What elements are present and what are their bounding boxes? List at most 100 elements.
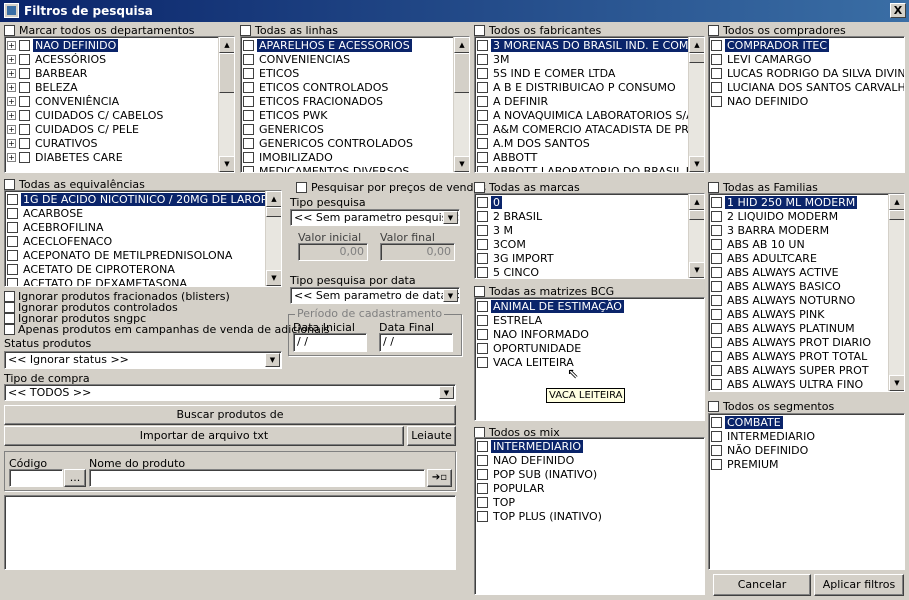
departamentos-item-checkbox[interactable] [19,67,30,79]
linhas-list[interactable]: APARELHOS E ACESSORIOS CONVENIENCIAS ETICO… [240,36,470,173]
scroll-thumb[interactable] [219,53,234,93]
equivalencias-header[interactable]: Todas as equivalências [4,177,145,191]
fabricantes-item-checkbox[interactable] [477,81,488,93]
familias-item[interactable]: 1 HID 250 ML MODERM [709,195,888,209]
segmentos-list[interactable]: COMBATE INTERMEDIARIO NÃO DEFINIDO PREMIUM [708,413,905,570]
scroll-up-icon[interactable]: ▲ [219,37,234,53]
scroll-down-icon[interactable]: ▼ [889,375,904,391]
segmentos-item[interactable]: COMBATE [709,415,904,429]
familias-item-checkbox[interactable] [711,266,722,278]
linhas-item-checkbox[interactable] [243,39,254,51]
marcas-item[interactable]: 3COM [475,237,688,251]
scrollbar[interactable]: ▲ ▼ [265,191,281,286]
fabricantes-item-checkbox[interactable] [477,137,488,149]
linhas-item-checkbox[interactable] [243,165,254,172]
mix-item-checkbox[interactable] [477,482,488,494]
scrollbar[interactable]: ▲ ▼ [453,37,469,172]
chevron-down-icon[interactable]: ▼ [439,386,454,399]
scrollbar[interactable]: ▲ ▼ [218,37,234,172]
compradores-item[interactable]: LUCAS RODRIGO DA SILVA DIVINO [709,66,904,80]
familias-item-checkbox[interactable] [711,280,722,292]
familias-item-checkbox[interactable] [711,196,722,208]
equivalencias-item-checkbox[interactable] [7,207,18,219]
familias-item[interactable]: ABS ALWAYS PINK [709,307,888,321]
fabricantes-item[interactable]: A.M DOS SANTOS [475,136,688,150]
departamentos-item-checkbox[interactable] [19,39,30,51]
equivalencias-item[interactable]: ACECLOFENACO [5,234,265,248]
mix-item[interactable]: TOP PLUS (INATIVO) [475,509,704,523]
chevron-down-icon[interactable]: ▼ [443,211,458,224]
expand-icon[interactable]: + [7,124,16,134]
marcas-item[interactable]: 2 BRASIL [475,209,688,223]
compradores-item-checkbox[interactable] [711,39,722,51]
fabricantes-item-checkbox[interactable] [477,53,488,65]
scroll-up-icon[interactable]: ▲ [454,37,469,53]
scroll-thumb[interactable] [454,53,469,93]
scrollbar[interactable]: ▲ ▼ [688,194,704,278]
matrizes-item-checkbox[interactable] [477,314,488,326]
expand-icon[interactable]: + [7,152,16,162]
compradores-item-checkbox[interactable] [711,67,722,79]
compradores-item-checkbox[interactable] [711,81,722,93]
familias-all-checkbox[interactable] [708,181,719,193]
linhas-item-checkbox[interactable] [243,67,254,79]
departamentos-item-checkbox[interactable] [19,123,30,135]
marcas-item-checkbox[interactable] [477,210,488,222]
equivalencias-item-checkbox[interactable] [7,249,18,261]
familias-item[interactable]: ABS ALWAYS NOTURNO [709,293,888,307]
departamentos-item-checkbox[interactable] [19,95,30,107]
aplicar-filtros-button[interactable]: Aplicar filtros [814,574,904,596]
mix-item-checkbox[interactable] [477,440,488,452]
departamentos-header[interactable]: Marcar todos os departamentos [4,23,195,37]
mix-item[interactable]: POPULAR [475,481,704,495]
equivalencias-item[interactable]: ACEPONATO DE METILPREDNISOLONA [5,248,265,262]
valor-final-field[interactable]: 0,00 [380,243,455,261]
nome-produto-field[interactable] [89,469,425,487]
scroll-thumb[interactable] [889,210,904,220]
scroll-down-icon[interactable]: ▼ [219,156,234,172]
expand-icon[interactable]: + [7,54,16,64]
departamentos-item[interactable]: + CURATIVOS [5,136,218,150]
departamentos-item[interactable]: + ACESSÓRIOS [5,52,218,66]
departamentos-list[interactable]: + NAO DEFINIDO + ACESSÓRIOS + BARBEAR + BELEZA +… [4,36,235,173]
scrollbar[interactable]: ▲ ▼ [888,194,904,391]
scroll-up-icon[interactable]: ▲ [689,194,704,210]
mix-item-checkbox[interactable] [477,496,488,508]
linhas-item[interactable]: IMOBILIZADO [241,150,453,164]
marcas-item[interactable]: 0 [475,195,688,209]
close-button[interactable]: X [890,3,906,18]
familias-item[interactable]: ABS ALWAYS PLATINUM [709,321,888,335]
codigo-field[interactable] [9,469,63,487]
compradores-list[interactable]: COMPRADOR ITEC LEVI CAMARGO LUCAS RODRIGO … [708,36,905,173]
tipo-pesquisa-select[interactable]: << Sem parametro pesquisa >> ▼ [290,209,460,226]
compradores-header[interactable]: Todos os compradores [708,23,846,37]
marcas-item-checkbox[interactable] [477,252,488,264]
departamentos-item[interactable]: + CUIDADOS C/ PELE [5,122,218,136]
departamentos-item[interactable]: + CUIDADOS C/ CABELOS [5,108,218,122]
linhas-item[interactable]: GENERICOS [241,122,453,136]
familias-item[interactable]: ABS ALWAYS ULTRA FINO [709,377,888,391]
opcao-checkbox[interactable] [4,324,15,335]
departamentos-all-checkbox[interactable] [4,24,15,36]
familias-item-checkbox[interactable] [711,238,722,250]
compradores-item[interactable]: LUCIANA DOS SANTOS CARVALHO R [709,80,904,94]
compradores-all-checkbox[interactable] [708,24,719,36]
linhas-item-checkbox[interactable] [243,137,254,149]
linhas-item-checkbox[interactable] [243,123,254,135]
linhas-item[interactable]: CONVENIENCIAS [241,52,453,66]
matrizes-item-checkbox[interactable] [477,356,488,368]
familias-item[interactable]: ABS ADULTCARE [709,251,888,265]
marcas-item-checkbox[interactable] [477,266,488,278]
equivalencias-list[interactable]: 1G DE ACIDO NICOTINICO / 20MG DE LAROPIP… [4,190,282,287]
familias-item[interactable]: ABS ALWAYS ACTIVE [709,265,888,279]
fabricantes-item[interactable]: A DEFINIR [475,94,688,108]
familias-item-checkbox[interactable] [711,294,722,306]
compradores-item-checkbox[interactable] [711,53,722,65]
browse-codigo-button[interactable]: ... [64,469,86,487]
marcas-item[interactable]: 5 CINCO [475,265,688,278]
scrollbar[interactable]: ▲ ▼ [688,37,704,172]
tipo-pesquisa-data-select[interactable]: << Sem parametro de datas >> ▼ [290,287,460,304]
mix-all-checkbox[interactable] [474,426,485,438]
familias-header[interactable]: Todas as Familias [708,180,818,194]
matrizes-item[interactable]: OPORTUNIDADE [475,341,704,355]
